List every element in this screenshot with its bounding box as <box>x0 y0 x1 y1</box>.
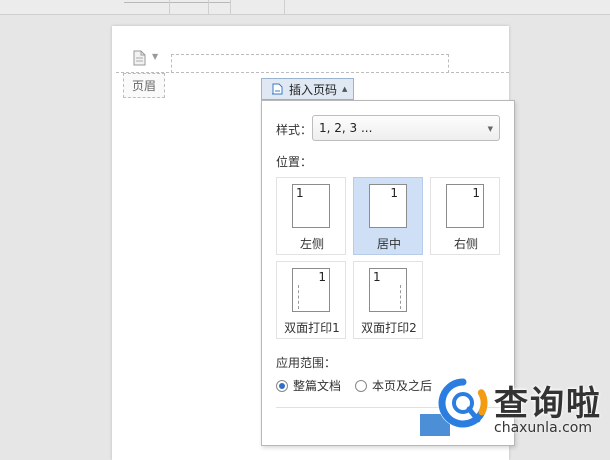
radio-label-this-page-onward[interactable]: 本页及之后 <box>372 377 432 394</box>
position-option-left[interactable]: 1 左侧 <box>276 177 346 255</box>
page-number-preview: 1 <box>318 270 326 284</box>
margin-guide <box>298 285 299 309</box>
style-select[interactable]: 1, 2, 3 ... ▼ <box>312 115 500 141</box>
position-option-label: 左侧 <box>299 237 324 251</box>
style-select-value: 1, 2, 3 ... <box>319 121 373 135</box>
position-option-label: 右侧 <box>453 237 478 251</box>
caret-up-icon: ▲ <box>342 85 348 93</box>
page-number-icon <box>272 83 283 95</box>
style-label: 样式： <box>276 123 313 137</box>
insert-page-number-label: 插入页码 <box>289 82 338 97</box>
header-tag: 页眉 <box>123 73 165 98</box>
position-label: 位置： <box>276 155 313 169</box>
magnifier-logo-icon <box>438 378 488 428</box>
scope-label: 应用范围： <box>276 356 337 370</box>
position-option-right[interactable]: 1 右侧 <box>430 177 500 255</box>
watermark-brand-cn: 查询啦 <box>494 384 602 424</box>
header-boundary-line <box>116 72 509 73</box>
page-preview: 1 <box>292 184 330 228</box>
position-option-label: 双面打印1 <box>284 321 340 335</box>
watermark: 查询啦 chaxunla.com <box>436 370 606 440</box>
page-number-preview: 1 <box>373 270 381 284</box>
top-toolbar <box>0 0 610 15</box>
document-options-icon[interactable] <box>131 50 149 66</box>
position-option-label: 居中 <box>376 237 401 251</box>
position-option-center[interactable]: 1 居中 <box>353 177 423 255</box>
header-edit-area[interactable] <box>171 54 449 73</box>
watermark-brand-en: chaxunla.com <box>494 420 592 436</box>
chevron-down-icon: ▼ <box>487 125 493 133</box>
page-number-preview: 1 <box>390 186 398 200</box>
radio-this-page-onward[interactable] <box>355 379 368 392</box>
margin-guide <box>400 285 401 309</box>
chevron-down-icon[interactable]: ▼ <box>152 52 158 61</box>
position-option-label: 双面打印2 <box>361 321 417 335</box>
page-preview: 1 <box>292 268 330 312</box>
page-preview: 1 <box>446 184 484 228</box>
position-option-duplex-2[interactable]: 1 双面打印2 <box>353 261 423 339</box>
radio-label-whole-document[interactable]: 整篇文档 <box>293 377 341 394</box>
toolbar-divider <box>169 0 170 14</box>
page-preview: 1 <box>369 268 407 312</box>
toolbar-segment <box>124 0 230 3</box>
insert-page-number-button[interactable]: 插入页码 ▲ <box>261 78 354 100</box>
page-preview: 1 <box>369 184 407 228</box>
toolbar-divider <box>284 0 285 14</box>
scope-options: 整篇文档 本页及之后 <box>276 377 432 394</box>
position-option-duplex-1[interactable]: 1 双面打印1 <box>276 261 346 339</box>
page-number-preview: 1 <box>472 186 480 200</box>
radio-whole-document[interactable] <box>276 379 288 392</box>
page-number-preview: 1 <box>296 186 304 200</box>
toolbar-divider <box>230 0 231 14</box>
toolbar-divider <box>208 0 209 14</box>
